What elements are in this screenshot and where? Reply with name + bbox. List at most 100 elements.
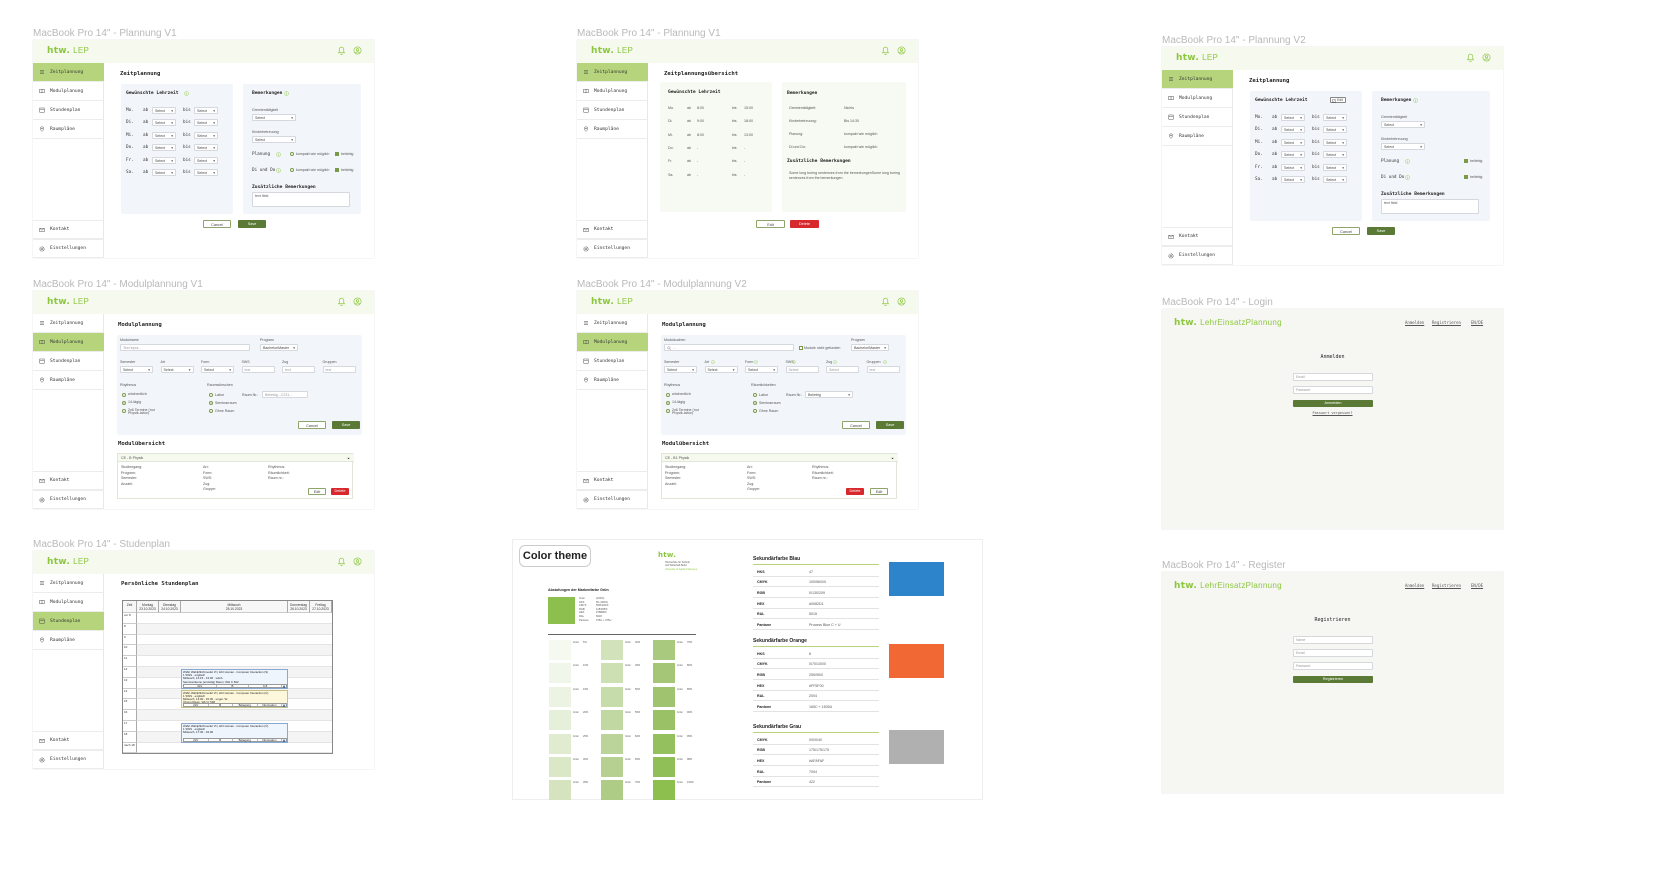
sidebar-item-raumplaene[interactable]: Raumpläne [33,631,104,650]
radio-rhythmus[interactable] [666,393,670,397]
save-button[interactable]: Save [1367,227,1395,235]
cancel-button[interactable]: Cancel [842,421,870,429]
edit-button[interactable]: Edit [756,220,785,228]
sidebar-item-raumplaene[interactable]: Raumpläne [1162,127,1233,146]
from-time-select[interactable]: Select ▾ [152,131,176,139]
edit-button[interactable]: Edit [308,488,326,495]
info-icon[interactable] [184,90,189,96]
cancel-button[interactable]: Cancel [203,220,231,228]
password-input[interactable] [1293,386,1373,394]
sidebar-item-stundenplan[interactable]: Stundenplan [577,352,648,371]
semester-select[interactable]: Select ▾ [120,366,153,373]
event-action-button[interactable]: Belegung abmelden [233,738,258,742]
sidebar-item-stundenplan[interactable]: Stundenplan [33,612,104,631]
from-time-select[interactable]: Select ▾ [152,156,176,164]
info-icon[interactable] [1405,158,1410,164]
delete-button[interactable]: Delete [331,488,349,495]
gruppen-input[interactable]: text [866,366,900,373]
save-button[interactable]: Save [332,421,360,429]
checkbox-not-found[interactable] [799,346,803,350]
radio-rhythmus[interactable] [666,401,670,405]
email-input[interactable] [1293,649,1373,657]
event-action-button[interactable]: B [209,703,233,706]
user-circle-icon[interactable] [897,46,906,55]
user-circle-icon[interactable] [897,297,906,306]
submit-button[interactable]: Registrieren [1293,676,1373,683]
radio-rhythmus[interactable] [122,409,126,413]
to-time-select[interactable]: Select ▾ [194,131,218,139]
info-icon[interactable] [833,359,837,364]
raum-nr-select[interactable]: Beliebig ▾ [805,391,853,398]
chevron-down-icon[interactable] [346,456,351,461]
gremien-select[interactable]: Select ▾ [1381,121,1425,128]
user-circle-icon[interactable] [1482,53,1491,62]
trash-icon[interactable] [282,704,286,707]
radio-raum[interactable] [753,401,757,405]
checkbox-beliebig[interactable] [1464,159,1468,163]
sidebar-item-modulplanung[interactable]: Modulplanung [33,333,104,352]
sidebar-item-modulplanung[interactable]: Modulplanung [1162,89,1233,108]
form-select[interactable]: Select ▾ [745,366,778,373]
from-time-select[interactable]: Select ▾ [152,169,176,176]
semester-select[interactable]: Select ▾ [664,366,697,373]
submit-button[interactable]: Anmelden [1293,400,1373,407]
radio-rhythmus[interactable] [122,393,126,397]
bell-icon[interactable] [337,557,346,566]
radio-kompakt[interactable] [290,168,294,172]
to-time-select[interactable]: Select ▾ [1323,151,1347,159]
sidebar-item-raumplaene[interactable]: Raumpläne [33,120,104,139]
nav-link-language[interactable]: EN/DE [1471,320,1483,325]
from-time-select[interactable]: Select ▾ [152,119,176,127]
bell-icon[interactable] [881,46,890,55]
user-circle-icon[interactable] [353,557,362,566]
event-action-button[interactable]: 2LV [184,684,217,688]
sidebar-item-stundenplan[interactable]: Stundenplan [33,101,104,120]
from-time-select[interactable]: Select ▾ [1281,138,1305,146]
info-icon[interactable] [792,359,797,364]
sidebar-item-einstellungen[interactable]: Einstellungen [577,490,648,509]
event-action-button[interactable]: Information [258,738,282,742]
radio-rhythmus[interactable] [122,401,126,405]
sidebar-item-kontakt[interactable]: Kontakt [33,471,104,490]
zug-input[interactable]: text [282,366,315,373]
save-button[interactable]: Save [238,220,266,228]
radio-kompakt[interactable] [290,152,294,156]
bell-icon[interactable] [337,297,346,306]
program-select[interactable]: Bachelor/Master ▾ [851,344,889,351]
radio-raum[interactable] [209,393,213,397]
sidebar-item-einstellungen[interactable]: Einstellungen [33,490,104,509]
sidebar-item-zeitplannung[interactable]: Zeitplannung [33,63,104,82]
sidebar-item-kontakt[interactable]: Kontakt [33,220,104,239]
from-time-select[interactable]: Select ▾ [152,107,176,114]
radio-raum[interactable] [753,409,757,413]
sidebar-item-modulplanung[interactable]: Modulplanung [577,82,648,101]
from-time-select[interactable]: Select ▾ [1281,114,1305,121]
sidebar-item-einstellungen[interactable]: Einstellungen [577,239,648,258]
accordion-header[interactable]: CE - B1 Physik [662,454,898,462]
sidebar-item-zeitplannung[interactable]: Zeitplannung [577,63,648,82]
sidebar-item-raumplaene[interactable]: Raumpläne [577,120,648,139]
sws-input[interactable]: Select [785,366,819,373]
art-select[interactable]: Select ▾ [704,366,738,373]
info-icon[interactable] [1405,174,1410,180]
to-time-select[interactable]: Select ▾ [1323,176,1347,183]
nav-link-registrieren[interactable]: Registrieren [1432,583,1461,588]
event-action-button[interactable]: B [217,684,250,688]
from-time-select[interactable]: Select ▾ [152,144,176,152]
sidebar-item-zeitplannung[interactable]: Zeitplannung [33,314,104,333]
lecture-event[interactable]: WIAF Wahlpflichtmodul VI | HCI Human - C… [181,669,288,689]
trash-icon[interactable] [282,685,286,688]
bell-icon[interactable] [881,297,890,306]
sidebar-item-zeitplannung[interactable]: Zeitplannung [33,574,104,593]
radio-raum[interactable] [753,393,757,397]
raum-nr-input[interactable]: Beliebig...C231... [262,391,308,398]
nav-link-anmelden[interactable]: Anmelden [1405,320,1424,325]
delete-button[interactable]: Delete [790,220,819,228]
sidebar-item-stundenplan[interactable]: Stundenplan [33,352,104,371]
sidebar-item-kontakt[interactable]: Kontakt [577,220,648,239]
trash-icon[interactable] [282,739,286,742]
to-time-select[interactable]: Select ▾ [1323,126,1347,134]
info-icon[interactable] [882,359,887,364]
sidebar-item-einstellungen[interactable]: Einstellungen [33,750,104,769]
checkbox-beliebig[interactable] [335,168,339,172]
